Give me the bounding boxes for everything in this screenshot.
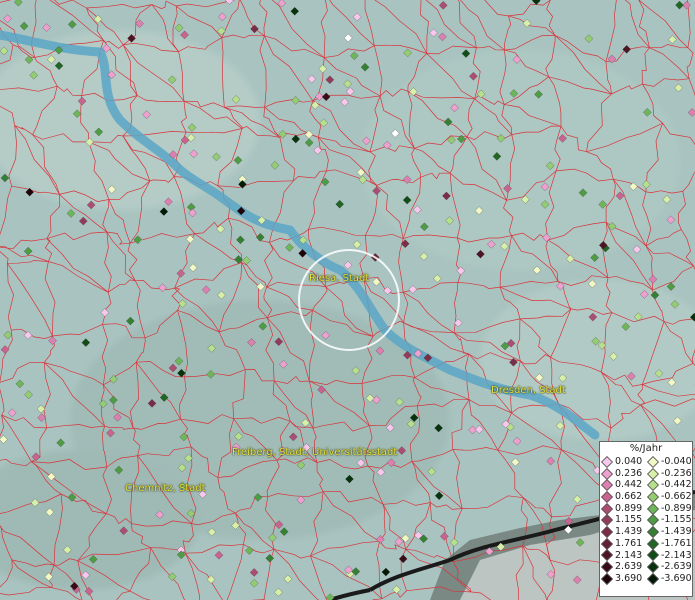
legend-swatch xyxy=(646,572,660,585)
legend-label: -0.040 xyxy=(661,456,692,467)
legend-row: 2.143 -2.143 xyxy=(600,549,692,562)
legend-swatch xyxy=(600,561,614,574)
legend-swatch xyxy=(646,514,660,527)
legend-entry-negative: -0.040 xyxy=(646,455,692,468)
legend-title: %/Jahr xyxy=(629,443,663,454)
legend-entry-negative: -1.155 xyxy=(646,514,692,527)
legend-row: 2.639 -2.639 xyxy=(600,561,692,574)
legend-entry-negative: -2.639 xyxy=(646,561,692,574)
city-label-riesa: Riesa, Stadt xyxy=(309,273,370,284)
legend-label: -3.690 xyxy=(661,572,692,584)
legend-entry-negative: -3.690 xyxy=(646,572,692,585)
legend-label: 0.442 xyxy=(615,479,643,491)
legend-label: 1.761 xyxy=(615,537,643,549)
legend: %/Jahr 0.040 -0.040 0.236 -0.236 0.442 -0.442… xyxy=(599,441,693,597)
legend-swatch xyxy=(600,537,614,550)
legend-label: -2.639 xyxy=(661,561,692,573)
legend-label: 2.143 xyxy=(615,549,643,561)
legend-swatch xyxy=(600,490,614,503)
city-label-chemnitz: Chemnitz, Stadt xyxy=(125,483,206,494)
legend-swatch xyxy=(600,467,614,480)
legend-label: 0.040 xyxy=(615,456,643,467)
legend-entry-positive: 0.899 xyxy=(600,502,646,515)
legend-row: 0.040 -0.040 xyxy=(600,455,692,468)
legend-label: 0.662 xyxy=(615,491,643,503)
legend-swatch xyxy=(600,549,614,562)
legend-swatch xyxy=(600,572,614,585)
legend-row: 0.442 -0.442 xyxy=(600,479,692,492)
legend-swatch xyxy=(646,455,660,468)
legend-label: 1.155 xyxy=(615,514,643,526)
legend-entry-positive: 0.040 xyxy=(600,455,646,468)
legend-label: -1.439 xyxy=(661,526,692,538)
legend-entry-negative: -2.143 xyxy=(646,549,692,562)
legend-entry-positive: 0.442 xyxy=(600,479,646,492)
legend-swatch xyxy=(646,502,660,515)
legend-entry-negative: -1.439 xyxy=(646,525,692,538)
legend-row: 0.236 -0.236 xyxy=(600,467,692,480)
legend-swatch xyxy=(600,455,614,468)
legend-label: -0.236 xyxy=(661,467,692,479)
legend-swatch xyxy=(646,537,660,550)
legend-entry-negative: -0.442 xyxy=(646,479,692,492)
legend-entry-positive: 1.761 xyxy=(600,537,646,550)
legend-entry-positive: 1.439 xyxy=(600,525,646,538)
legend-label: 1.439 xyxy=(615,526,643,538)
legend-entry-positive: 0.662 xyxy=(600,490,646,503)
legend-entry-negative: -0.236 xyxy=(646,467,692,480)
legend-row: 3.690 -3.690 xyxy=(600,572,692,585)
legend-swatch xyxy=(600,479,614,492)
legend-swatch xyxy=(600,514,614,527)
legend-entry-negative: -0.662 xyxy=(646,490,692,503)
legend-row: 1.439 -1.439 xyxy=(600,525,692,538)
legend-entry-positive: 0.236 xyxy=(600,467,646,480)
legend-entry-positive: 2.143 xyxy=(600,549,646,562)
legend-swatch xyxy=(646,549,660,562)
legend-entry-negative: -0.899 xyxy=(646,502,692,515)
legend-entry-negative: -1.761 xyxy=(646,537,692,550)
legend-label: 2.639 xyxy=(615,561,643,573)
city-label-freiberg: Freiberg, Stadt, Universitätsstadt xyxy=(232,447,398,458)
city-label-dresden: Dresden, Stadt xyxy=(491,385,566,396)
legend-swatch xyxy=(646,490,660,503)
legend-swatch xyxy=(646,467,660,480)
legend-label: 0.899 xyxy=(615,502,643,514)
legend-label: -1.761 xyxy=(661,537,692,549)
legend-entry-positive: 2.639 xyxy=(600,561,646,574)
map-canvas[interactable] xyxy=(0,0,695,600)
legend-entry-positive: 3.690 xyxy=(600,572,646,585)
legend-label: -2.143 xyxy=(661,549,692,561)
legend-row: 1.761 -1.761 xyxy=(600,537,692,550)
legend-label: 0.236 xyxy=(615,467,643,479)
legend-swatch xyxy=(646,561,660,574)
legend-row: 0.662 -0.662 xyxy=(600,490,692,503)
legend-swatch xyxy=(600,502,614,515)
legend-row: 1.155 -1.155 xyxy=(600,514,692,527)
legend-label: -1.155 xyxy=(661,514,692,526)
legend-swatch xyxy=(600,525,614,538)
legend-label: -0.662 xyxy=(661,491,692,503)
legend-label: -0.442 xyxy=(661,479,692,491)
legend-label: 3.690 xyxy=(615,572,643,584)
legend-entry-positive: 1.155 xyxy=(600,514,646,527)
legend-swatch xyxy=(646,479,660,492)
legend-row: 0.899 -0.899 xyxy=(600,502,692,515)
legend-label: -0.899 xyxy=(661,502,692,514)
legend-swatch xyxy=(646,525,660,538)
